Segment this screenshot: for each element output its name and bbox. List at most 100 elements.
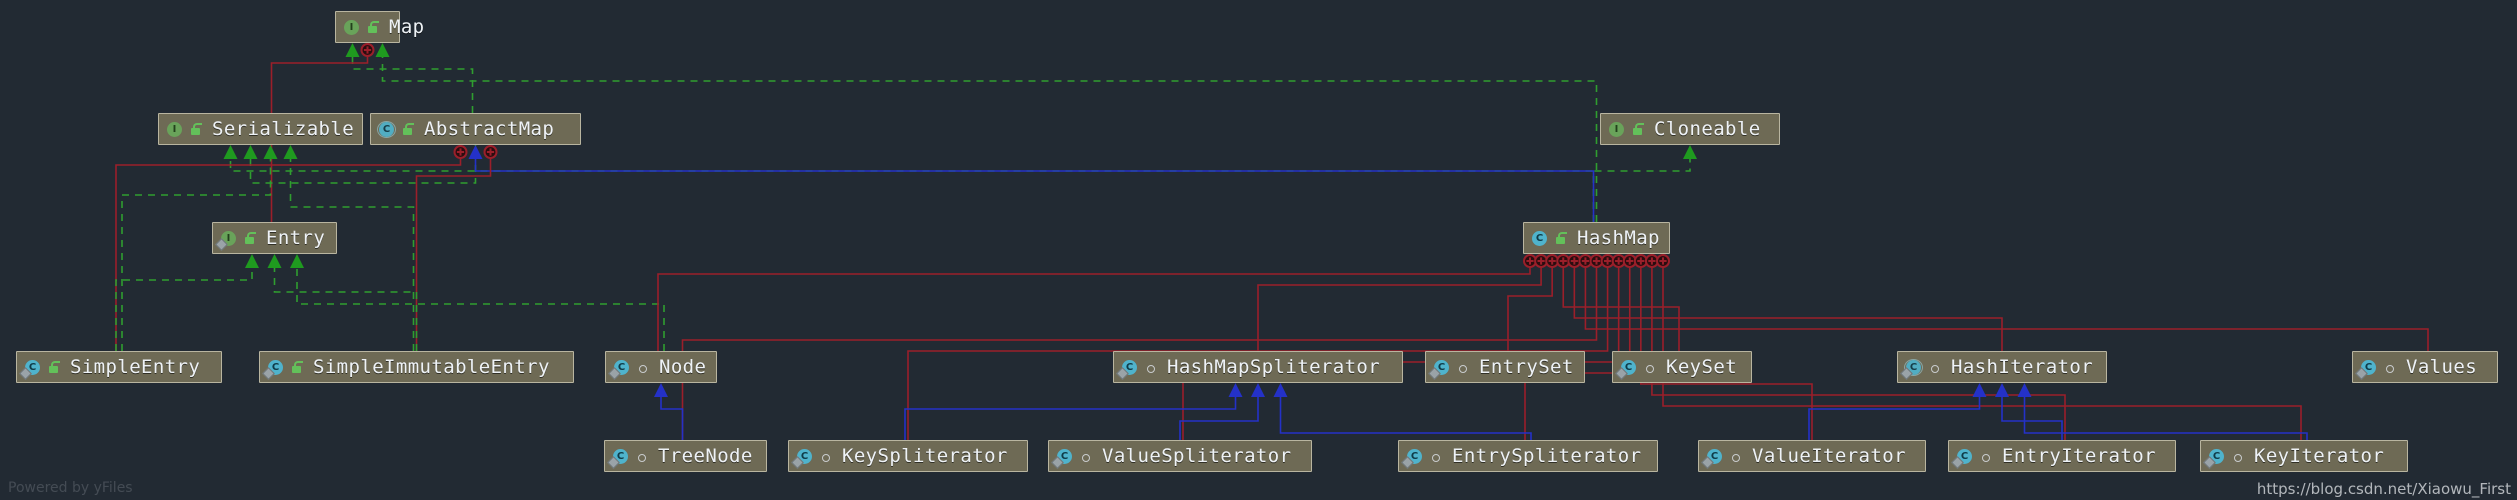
edge-extends-treenode-to-node <box>660 397 684 440</box>
edge-inner-valuespliterator-to-hashmap <box>1182 255 1620 440</box>
class-icon: C <box>796 448 813 465</box>
class-node-label: Serializable <box>212 117 355 140</box>
class-icon: C <box>24 359 41 376</box>
class-node-valuespliterator[interactable]: C ValueSpliterator <box>1048 440 1312 472</box>
class-icon: C <box>613 359 630 376</box>
edge-extends-keyspliterator-to-hashmapspliterator <box>904 397 1237 440</box>
class-node-entryset[interactable]: C EntrySet <box>1425 351 1585 383</box>
class-icon: C <box>2360 359 2377 376</box>
class-icon: C <box>1620 359 1637 376</box>
class-node-keyspliterator[interactable]: C KeySpliterator <box>788 440 1028 472</box>
interface-icon: I <box>166 121 183 138</box>
realization-arrowhead <box>267 254 282 268</box>
edge-inner-hashmapspliterator-to-hashmap <box>1257 255 1542 351</box>
class-node-hashiterator[interactable]: C HashIterator <box>1897 351 2107 383</box>
edge-inner-entryiterator-to-hashmap <box>1651 255 2066 440</box>
class-icon: C <box>1406 448 1423 465</box>
edge-layer <box>115 43 2429 440</box>
class-node-hashmapspliterator[interactable]: C HashMapSpliterator <box>1113 351 1403 383</box>
class-node-serializable[interactable]: I Serializable <box>158 113 363 145</box>
class-icon: C <box>612 448 629 465</box>
class-node-label: EntrySpliterator <box>1452 444 1642 467</box>
unlocked-padlock-icon <box>1554 231 1567 246</box>
inheritance-arrowhead <box>1251 383 1265 397</box>
edge-extends-entryspliterator-to-hashmapspliterator <box>1279 397 1532 440</box>
realization-arrowhead <box>345 43 360 57</box>
edge-implements-simpleentry-to-serializable <box>121 159 272 351</box>
type-glyph: C <box>379 121 394 137</box>
inheritance-arrowhead <box>1273 383 1288 397</box>
realization-arrowhead <box>223 145 238 159</box>
class-icon: C <box>1531 230 1548 247</box>
inheritance-arrowhead <box>654 383 668 397</box>
class-diagram-canvas: I Map I Serializable C AbstractMap I Cloneable I… <box>0 0 2517 500</box>
class-node-valueiterator[interactable]: C ValueIterator <box>1698 440 1926 472</box>
interface-icon: I <box>220 230 237 247</box>
class-node-values[interactable]: C Values <box>2352 351 2498 383</box>
class-node-hashmap[interactable]: C HashMap <box>1523 222 1670 254</box>
realization-arrowhead <box>243 145 258 159</box>
class-node-label: KeySet <box>1666 355 1738 378</box>
package-visibility-icon <box>1429 449 1442 464</box>
class-node-label: Node <box>659 355 707 378</box>
yfiles-watermark: Powered by yFiles <box>8 480 133 496</box>
inheritance-arrowhead <box>1972 383 1987 397</box>
type-glyph: C <box>614 359 629 375</box>
package-visibility-icon <box>1144 360 1157 375</box>
class-node-entryiterator[interactable]: C EntryIterator <box>1948 440 2176 472</box>
class-node-treenode[interactable]: C TreeNode <box>604 440 767 472</box>
inner-class-marker <box>1656 254 1670 268</box>
package-visibility-icon <box>636 360 649 375</box>
class-node-keyiterator[interactable]: C KeyIterator <box>2200 440 2408 472</box>
inner-class-marker <box>453 145 468 159</box>
type-glyph: C <box>613 448 628 464</box>
type-glyph: C <box>25 359 40 375</box>
edge-implements-hashmap-to-cloneable <box>1592 159 1691 222</box>
class-node-label: ValueIterator <box>1752 444 1906 467</box>
class-node-label: SimpleEntry <box>70 355 201 378</box>
type-glyph: I <box>221 230 236 246</box>
type-glyph: C <box>1957 448 1972 464</box>
inner-class-marker <box>483 145 498 159</box>
abstract-class-icon: C <box>377 120 396 138</box>
class-node-entryspliterator[interactable]: C EntrySpliterator <box>1398 440 1658 472</box>
class-node-label: SimpleImmutableEntry <box>313 355 550 378</box>
package-visibility-icon <box>1979 449 1992 464</box>
abstract-class-icon: C <box>1904 358 1923 376</box>
class-node-label: HashMapSpliterator <box>1167 355 1381 378</box>
class-node-abstractmap[interactable]: C AbstractMap <box>370 113 581 145</box>
class-icon: C <box>1056 448 1073 465</box>
class-node-label: KeyIterator <box>2254 444 2385 467</box>
package-visibility-icon <box>2383 360 2396 375</box>
type-glyph: C <box>1407 448 1422 464</box>
class-node-keyset[interactable]: C KeySet <box>1612 351 1752 383</box>
unlocked-padlock-icon <box>189 122 202 137</box>
class-node-label: HashMap <box>1577 226 1660 249</box>
class-node-label: Values <box>2406 355 2478 378</box>
type-glyph: C <box>2361 359 2376 375</box>
inheritance-arrowhead <box>1228 383 1243 397</box>
edge-inner-hashiterator-to-hashmap <box>1573 255 2003 351</box>
unlocked-padlock-icon <box>243 231 256 246</box>
package-visibility-icon <box>1643 360 1656 375</box>
realization-arrowhead <box>245 254 259 268</box>
edge-extends-valuespliterator-to-hashmapspliterator <box>1179 397 1259 440</box>
type-glyph: C <box>1621 359 1636 375</box>
realization-arrowhead <box>290 254 304 268</box>
edge-inner-treenode-to-hashmap <box>681 255 1598 440</box>
package-visibility-icon <box>1729 449 1742 464</box>
edge-extends-valueiterator-to-hashiterator <box>1808 397 1981 440</box>
edge-extends-keyiterator-to-hashiterator <box>2023 397 2308 440</box>
class-node-entry[interactable]: I Entry <box>212 222 337 254</box>
class-node-node[interactable]: C Node <box>605 351 717 383</box>
unlocked-padlock-icon <box>47 360 60 375</box>
class-node-label: Entry <box>266 226 326 249</box>
class-node-map[interactable]: I Map <box>335 11 424 43</box>
class-node-cloneable[interactable]: I Cloneable <box>1600 113 1780 145</box>
class-node-simpleentry[interactable]: C SimpleEntry <box>16 351 222 383</box>
unlocked-padlock-icon <box>290 360 303 375</box>
edge-implements-simpleentry-to-entry <box>115 268 253 351</box>
class-node-simpleimmutableentry[interactable]: C SimpleImmutableEntry <box>259 351 574 383</box>
edge-inner-valueiterator-to-hashmap <box>1640 255 1813 440</box>
edge-inner-node-to-hashmap <box>657 255 1531 351</box>
